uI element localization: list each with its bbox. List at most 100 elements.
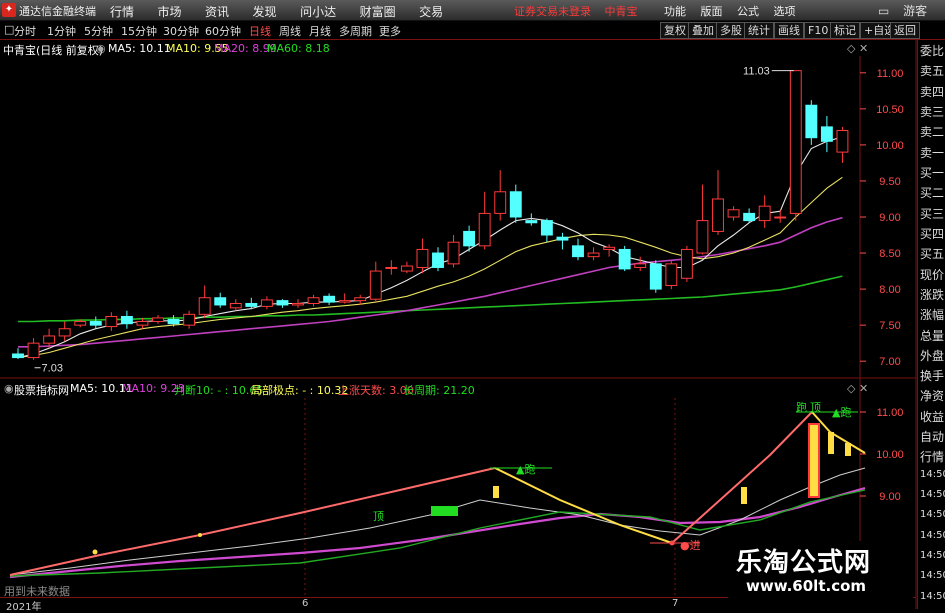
candle[interactable] bbox=[836, 126, 849, 163]
candle[interactable] bbox=[805, 100, 818, 145]
candle[interactable] bbox=[789, 70, 802, 221]
period-monthly[interactable]: 月线 bbox=[309, 23, 331, 39]
candle[interactable] bbox=[260, 296, 273, 310]
menu-item-trade[interactable]: 交易 bbox=[419, 3, 443, 20]
candle[interactable] bbox=[572, 238, 584, 261]
side-panel-item[interactable]: 总量 bbox=[920, 327, 945, 344]
sub-settings-icon[interactable]: ◉ bbox=[4, 382, 14, 395]
side-panel-item[interactable]: 涨跌 bbox=[920, 286, 945, 303]
candle[interactable] bbox=[696, 184, 709, 255]
candle[interactable] bbox=[400, 261, 413, 274]
side-panel-item[interactable]: 卖四 bbox=[920, 83, 945, 100]
candle[interactable] bbox=[12, 348, 24, 360]
side-panel-item[interactable]: 行情 bbox=[920, 448, 945, 465]
candle[interactable] bbox=[525, 213, 538, 226]
side-panel-item[interactable]: 净资 bbox=[920, 387, 945, 404]
menu-item-ask[interactable]: 问小达 bbox=[300, 3, 336, 20]
candle[interactable] bbox=[649, 260, 662, 293]
candle[interactable] bbox=[447, 235, 460, 268]
period-daily[interactable]: 日线 bbox=[249, 23, 271, 39]
guest-user[interactable]: 游客 bbox=[903, 4, 927, 18]
side-panel-item[interactable]: 买五 bbox=[920, 245, 945, 262]
candle[interactable] bbox=[43, 328, 56, 349]
side-panel-item[interactable]: 14:50 bbox=[920, 591, 945, 602]
sub-options-icon[interactable]: ◇ ✕ bbox=[847, 382, 868, 395]
period-more[interactable]: 更多 bbox=[379, 23, 401, 39]
draw-button[interactable]: 画线 bbox=[774, 22, 804, 39]
candle[interactable] bbox=[136, 317, 149, 329]
candle[interactable] bbox=[385, 260, 398, 275]
period-1min[interactable]: 1分钟 bbox=[47, 23, 76, 39]
stats-button[interactable]: 统计 bbox=[744, 22, 774, 39]
side-panel-item[interactable]: 买一 bbox=[920, 164, 945, 181]
candle[interactable] bbox=[27, 338, 40, 360]
candle[interactable] bbox=[229, 299, 242, 311]
candle[interactable] bbox=[198, 285, 211, 318]
side-panel-item[interactable]: 涨幅 bbox=[920, 306, 945, 323]
period-intraday[interactable]: 分时 bbox=[14, 23, 36, 39]
mark-button[interactable]: 标记 bbox=[830, 22, 860, 39]
side-panel-item[interactable]: 卖二 bbox=[920, 123, 945, 140]
side-panel-item[interactable]: 现价 bbox=[920, 266, 945, 283]
side-panel-item[interactable]: 收益 bbox=[920, 408, 945, 425]
candle[interactable] bbox=[556, 232, 569, 250]
candle[interactable] bbox=[634, 256, 647, 272]
menu-item-news[interactable]: 资讯 bbox=[205, 3, 229, 20]
candle[interactable] bbox=[603, 244, 616, 257]
candle[interactable] bbox=[323, 293, 336, 305]
menu-item-formula[interactable]: 公式 bbox=[737, 3, 759, 19]
period-checkbox-icon[interactable]: □ bbox=[4, 23, 14, 36]
candle[interactable] bbox=[727, 206, 740, 221]
chart-options-icon[interactable]: ◇ ✕ bbox=[847, 42, 868, 55]
side-panel-item[interactable]: 委比 bbox=[920, 42, 945, 59]
candle[interactable] bbox=[167, 315, 180, 327]
candle[interactable] bbox=[338, 293, 351, 304]
menu-item-wealth[interactable]: 财富圈 bbox=[360, 3, 396, 20]
candle[interactable] bbox=[152, 315, 164, 324]
period-60min[interactable]: 60分钟 bbox=[205, 23, 241, 39]
side-panel-item[interactable]: 买二 bbox=[920, 184, 945, 201]
minimize-icon[interactable]: ▭ bbox=[878, 4, 889, 18]
candle[interactable] bbox=[245, 297, 258, 310]
indicator-settings-icon[interactable]: ◉ bbox=[96, 42, 106, 55]
candle[interactable] bbox=[680, 245, 693, 282]
side-panel-item[interactable]: 买四 bbox=[920, 225, 945, 242]
candle[interactable] bbox=[369, 261, 382, 303]
side-panel-item[interactable]: 卖五 bbox=[920, 62, 945, 79]
candle[interactable] bbox=[587, 247, 600, 261]
multi-stock-button[interactable]: 多股 bbox=[716, 22, 746, 39]
candle[interactable] bbox=[307, 294, 320, 307]
candle[interactable] bbox=[214, 292, 227, 308]
menu-item-function[interactable]: 功能 bbox=[664, 3, 686, 19]
candle[interactable] bbox=[58, 321, 71, 341]
side-panel-item[interactable]: 14:50 bbox=[920, 489, 945, 500]
candle[interactable] bbox=[463, 225, 476, 252]
candle[interactable] bbox=[89, 316, 102, 329]
candle[interactable] bbox=[743, 208, 756, 223]
candle[interactable] bbox=[183, 310, 196, 329]
side-panel-item[interactable]: 卖三 bbox=[920, 103, 945, 120]
adjust-button[interactable]: 复权 bbox=[660, 22, 690, 39]
period-15min[interactable]: 15分钟 bbox=[121, 23, 157, 39]
menu-item-discover[interactable]: 发现 bbox=[253, 3, 277, 20]
menu-item-layout[interactable]: 版面 bbox=[701, 3, 723, 19]
candle[interactable] bbox=[105, 312, 118, 331]
candle[interactable] bbox=[354, 294, 367, 305]
candle[interactable] bbox=[820, 116, 833, 153]
side-panel-item[interactable]: 14:50 bbox=[920, 570, 945, 581]
candle[interactable] bbox=[478, 191, 491, 250]
f10-button[interactable]: F10 bbox=[804, 22, 833, 39]
candle[interactable] bbox=[618, 245, 631, 272]
candle[interactable] bbox=[74, 319, 87, 328]
menu-item-markets[interactable]: 市场 bbox=[158, 3, 182, 20]
candle[interactable] bbox=[494, 170, 507, 221]
side-panel-item[interactable]: 14:50 bbox=[920, 530, 945, 541]
candle[interactable] bbox=[292, 299, 304, 308]
candle[interactable] bbox=[758, 195, 771, 228]
side-panel-item[interactable]: 14:50 bbox=[920, 509, 945, 520]
menu-item-options[interactable]: 选项 bbox=[774, 3, 796, 19]
side-panel-item[interactable]: 14:50 bbox=[920, 550, 945, 561]
period-weekly[interactable]: 周线 bbox=[279, 23, 301, 39]
candle[interactable] bbox=[774, 209, 787, 223]
period-5min[interactable]: 5分钟 bbox=[84, 23, 113, 39]
